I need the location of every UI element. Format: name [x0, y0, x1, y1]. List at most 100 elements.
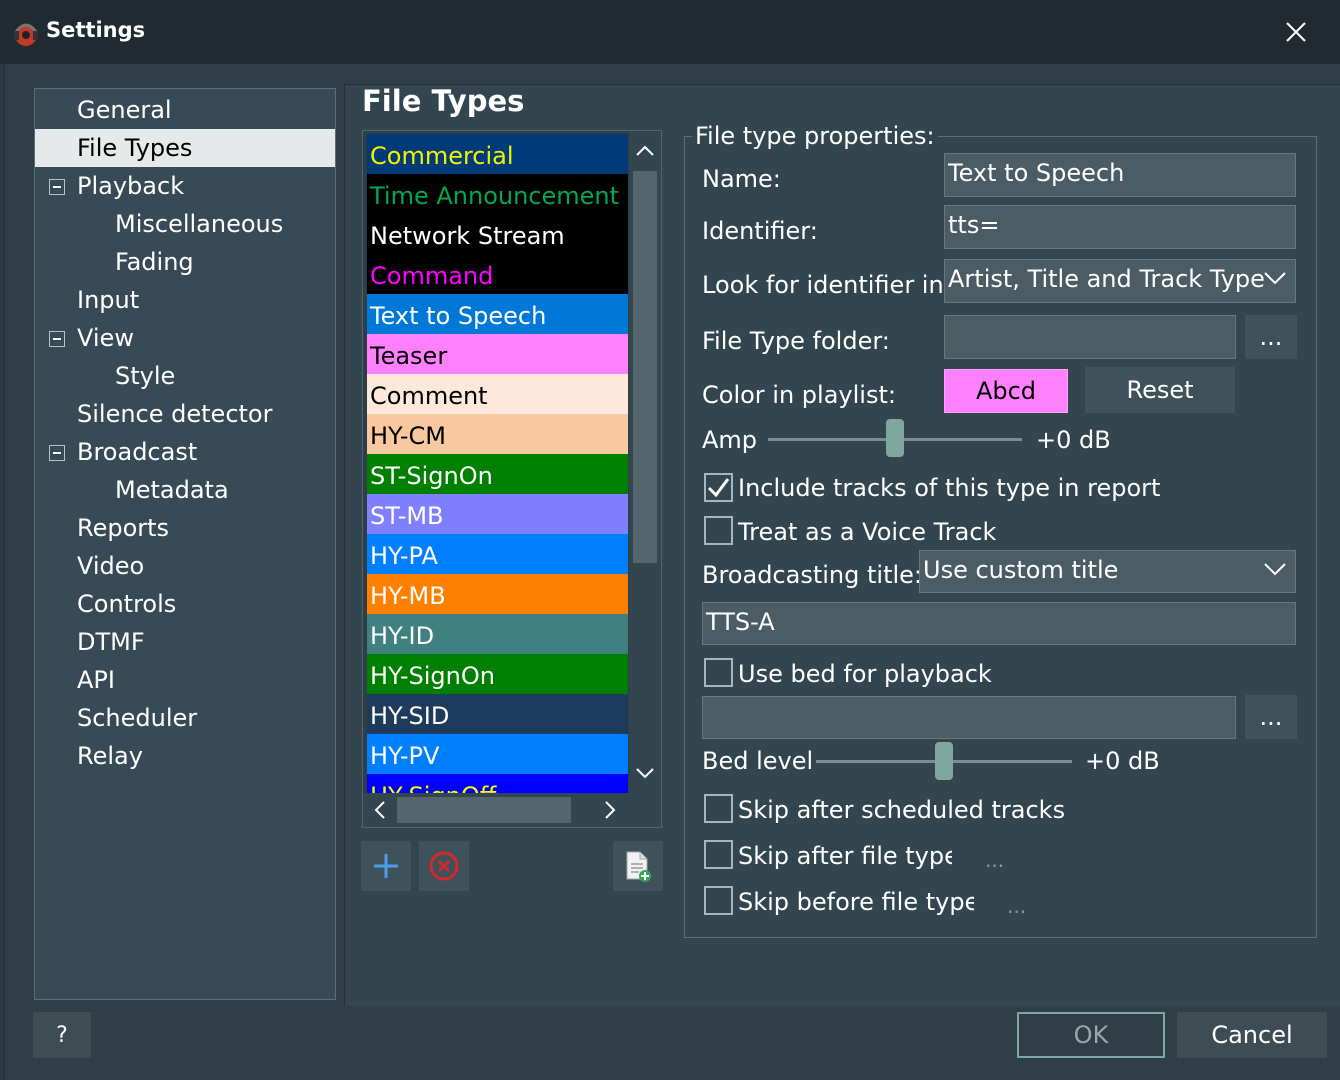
collapse-toggle-view[interactable]	[49, 331, 65, 347]
file-type-folder-field[interactable]	[944, 315, 1236, 359]
horizontal-scroll-thumb[interactable]	[397, 797, 571, 823]
custom-title-field[interactable]: TTS-A	[702, 602, 1296, 645]
nav-item-view[interactable]: View	[77, 319, 134, 357]
file-type-folder-label: File Type folder:	[702, 327, 890, 355]
file-type-row[interactable]: HY-MB	[367, 574, 628, 614]
name-label: Name:	[702, 165, 781, 193]
vertical-scroll-thumb[interactable]	[633, 171, 657, 563]
file-type-row[interactable]: HY-ID	[367, 614, 628, 654]
scroll-right-arrow[interactable]	[599, 799, 621, 821]
nav-item-scheduler[interactable]: Scheduler	[77, 699, 197, 737]
plus-icon	[374, 854, 398, 878]
skip-after-file-types-checkbox[interactable]	[704, 840, 733, 869]
file-type-row[interactable]: Time Announcement	[367, 174, 628, 214]
close-icon	[1286, 22, 1306, 42]
vertical-scrollbar[interactable]	[629, 131, 661, 793]
nav-item-reports[interactable]: Reports	[77, 509, 169, 547]
bed-file-field[interactable]	[702, 696, 1236, 739]
skip-before-file-types-checkbox[interactable]	[704, 886, 733, 915]
file-type-row[interactable]: HY-SID	[367, 694, 628, 734]
scroll-up-arrow[interactable]	[635, 141, 655, 161]
add-file-type-button[interactable]	[361, 841, 411, 891]
file-type-row[interactable]: ST-SignOn	[367, 454, 628, 494]
skip-after-scheduled-checkbox[interactable]	[704, 794, 733, 823]
help-button[interactable]: ?	[33, 1012, 91, 1058]
nav-item-video[interactable]: Video	[77, 547, 144, 585]
settings-nav-tree: General File Types Playback Miscellaneou…	[34, 88, 336, 1000]
bed-level-label: Bed level	[702, 747, 814, 775]
nav-item-input[interactable]: Input	[77, 281, 139, 319]
ok-button[interactable]: OK	[1017, 1012, 1165, 1058]
identifier-field[interactable]: tts=	[944, 205, 1296, 249]
look-for-identifier-value: Artist, Title and Track Type	[948, 265, 1265, 293]
file-type-row[interactable]: Teaser	[367, 334, 628, 374]
file-type-list-viewport: Commercial Time Announcement Network Strea…	[367, 134, 628, 794]
color-picker-button[interactable]: Abcd	[944, 369, 1068, 413]
include-in-report-label: Include tracks of this type in report	[738, 474, 1161, 502]
broadcasting-title-select[interactable]: Use custom title	[919, 550, 1296, 593]
look-for-identifier-select[interactable]: Artist, Title and Track Type	[944, 259, 1296, 303]
app-logo-icon	[12, 18, 40, 48]
file-type-row[interactable]: Commercial	[367, 134, 628, 174]
nav-item-dtmf[interactable]: DTMF	[77, 623, 145, 661]
skip-before-file-types-label: Skip before file types	[738, 888, 974, 916]
voice-track-label: Treat as a Voice Track	[738, 518, 997, 546]
file-type-row[interactable]: HY-PV	[367, 734, 628, 774]
amp-slider-thumb[interactable]	[886, 419, 904, 457]
horizontal-scrollbar[interactable]	[363, 793, 661, 827]
nav-item-metadata[interactable]: Metadata	[115, 471, 229, 509]
voice-track-checkbox[interactable]	[704, 516, 733, 545]
use-bed-checkbox[interactable]	[704, 658, 733, 687]
file-type-row[interactable]: HY-PA	[367, 534, 628, 574]
checkmark-icon	[707, 478, 730, 498]
file-type-row[interactable]: Comment	[367, 374, 628, 414]
nav-item-general[interactable]: General	[77, 91, 172, 129]
properties-legend: File type properties:	[692, 122, 938, 150]
file-type-row[interactable]: HY-CM	[367, 414, 628, 454]
nav-item-controls[interactable]: Controls	[77, 585, 176, 623]
browse-bed-button[interactable]: ...	[1245, 695, 1297, 739]
chevron-down-icon	[636, 768, 654, 779]
look-for-identifier-label: Look for identifier in:	[702, 271, 952, 299]
broadcasting-title-value: Use custom title	[923, 556, 1119, 584]
file-type-row[interactable]: HY-SignOn	[367, 654, 628, 694]
skip-after-file-types-button[interactable]: ...	[985, 848, 1004, 872]
nav-item-file-types[interactable]: File Types	[35, 129, 335, 167]
page-title: File Types	[362, 84, 525, 118]
amp-label: Amp	[702, 426, 758, 454]
chevron-left-icon	[374, 801, 385, 819]
bed-level-slider-thumb[interactable]	[935, 742, 953, 780]
name-field[interactable]: Text to Speech	[944, 153, 1296, 197]
file-type-row[interactable]: HY-SignOff	[367, 774, 628, 794]
cancel-button[interactable]: Cancel	[1177, 1012, 1327, 1058]
skip-before-file-types-button[interactable]: ...	[1007, 894, 1026, 918]
file-type-row[interactable]: Text to Speech	[367, 294, 628, 334]
skip-after-scheduled-label: Skip after scheduled tracks	[738, 796, 1066, 824]
scroll-down-arrow[interactable]	[635, 763, 655, 783]
close-button[interactable]	[1272, 10, 1320, 54]
nav-item-style[interactable]: Style	[115, 357, 175, 395]
new-document-icon	[626, 851, 651, 882]
nav-item-broadcast[interactable]: Broadcast	[77, 433, 197, 471]
include-in-report-checkbox[interactable]	[704, 473, 733, 502]
new-from-template-button[interactable]	[613, 841, 663, 891]
bed-level-value: +0 dB	[1085, 747, 1160, 775]
collapse-toggle-broadcast[interactable]	[49, 445, 65, 461]
nav-item-api[interactable]: API	[77, 661, 115, 699]
scroll-left-arrow[interactable]	[369, 799, 391, 821]
chevron-down-icon	[1264, 563, 1286, 576]
nav-item-miscellaneous[interactable]: Miscellaneous	[115, 205, 283, 243]
file-type-row[interactable]: Command	[367, 254, 628, 294]
chevron-down-icon	[1264, 272, 1286, 285]
file-type-row[interactable]: ST-MB	[367, 494, 628, 534]
file-type-row[interactable]: Network Stream	[367, 214, 628, 254]
nav-item-silence-detector[interactable]: Silence detector	[77, 395, 272, 433]
reset-color-button[interactable]: Reset	[1085, 367, 1235, 413]
browse-folder-button[interactable]: ...	[1245, 315, 1297, 359]
delete-file-type-button[interactable]	[419, 841, 469, 891]
use-bed-label: Use bed for playback	[738, 660, 992, 688]
collapse-toggle-playback[interactable]	[49, 179, 65, 195]
nav-item-fading[interactable]: Fading	[115, 243, 194, 281]
nav-item-playback[interactable]: Playback	[77, 167, 184, 205]
nav-item-relay[interactable]: Relay	[77, 737, 143, 775]
